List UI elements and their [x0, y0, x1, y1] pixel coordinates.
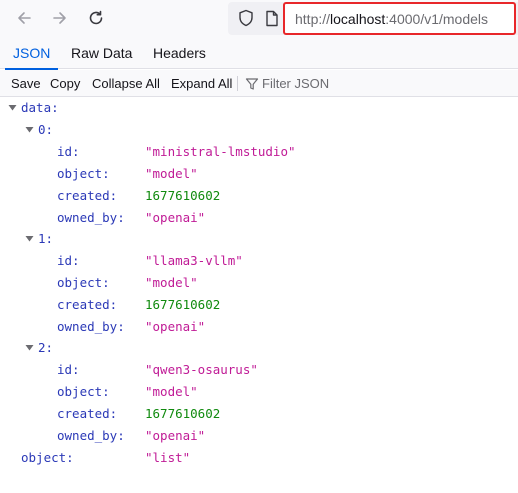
url-input[interactable]: http://localhost:4000/v1/models: [283, 2, 516, 35]
json-number-value: 1677610602: [145, 188, 221, 203]
copy-button[interactable]: Copy: [50, 70, 80, 97]
tree-row-field[interactable]: id:: [57, 251, 80, 271]
json-key: id:: [57, 253, 80, 268]
tree-row-data[interactable]: data:: [8, 98, 59, 118]
collapse-all-button[interactable]: Collapse All: [92, 70, 160, 97]
json-key: object:: [21, 450, 74, 465]
tree-row-field[interactable]: created:: [57, 186, 117, 206]
tree-row-field[interactable]: id:: [57, 142, 80, 162]
shield-icon: [239, 9, 253, 27]
url-host: localhost: [330, 11, 386, 27]
json-key: owned_by:: [57, 428, 125, 443]
tree-row-field[interactable]: object:: [57, 273, 110, 293]
tree-row-field[interactable]: owned_by:: [57, 208, 125, 228]
json-string-value: "llama3-vllm": [145, 253, 243, 268]
json-string-value: "model": [145, 275, 198, 290]
url-text: http://localhost:4000/v1/models: [295, 11, 488, 27]
reload-icon: [89, 10, 103, 25]
back-button[interactable]: [9, 4, 39, 32]
json-key: data:: [21, 100, 59, 115]
json-number-value: 1677610602: [145, 406, 221, 421]
tree-row-item[interactable]: 1:: [25, 229, 53, 249]
tree-row-field[interactable]: id:: [57, 360, 80, 380]
json-value[interactable]: "qwen3-osaurus": [145, 360, 258, 380]
json-key: id:: [57, 144, 80, 159]
url-prefix: http://: [295, 11, 331, 27]
tab-json[interactable]: JSON: [4, 37, 59, 70]
tree-row-field[interactable]: object:: [57, 382, 110, 402]
twisty-down-icon: [25, 345, 34, 351]
json-key: owned_by:: [57, 210, 125, 225]
json-value[interactable]: 1677610602: [145, 295, 220, 315]
back-arrow-icon: [18, 12, 31, 24]
json-string-value: "model": [145, 384, 198, 399]
json-value[interactable]: 1677610602: [145, 186, 220, 206]
json-string-value: "openai": [145, 210, 206, 225]
page-icon: [266, 10, 278, 26]
forward-arrow-icon: [53, 12, 66, 24]
json-string-value: "openai": [145, 428, 206, 443]
twisty-down-icon: [25, 236, 34, 242]
json-key: object:: [57, 166, 110, 181]
json-value[interactable]: 1677610602: [145, 404, 220, 424]
tab-headers[interactable]: Headers: [153, 37, 206, 69]
json-value[interactable]: "openai": [145, 208, 205, 228]
filter-json-input[interactable]: Filter JSON: [262, 70, 329, 97]
json-key: owned_by:: [57, 319, 125, 334]
json-key: 1:: [38, 231, 54, 246]
json-key: 2:: [38, 340, 54, 355]
toolbar-divider: [237, 76, 238, 91]
json-value[interactable]: "ministral-lmstudio": [145, 142, 296, 162]
twisty-down-icon: [8, 105, 17, 111]
json-string-value: "ministral-lmstudio": [145, 144, 296, 159]
json-value[interactable]: "openai": [145, 317, 205, 337]
json-value[interactable]: "list": [145, 448, 190, 468]
tab-raw-data[interactable]: Raw Data: [71, 37, 132, 69]
tree-row-field[interactable]: created:: [57, 295, 117, 315]
json-value[interactable]: "model": [145, 273, 198, 293]
filter-icon: [245, 78, 259, 90]
tracking-protection-button[interactable]: [236, 8, 256, 28]
tree-row-field[interactable]: owned_by:: [57, 426, 125, 446]
json-value[interactable]: "openai": [145, 426, 205, 446]
tree-row-field[interactable]: owned_by:: [57, 317, 125, 337]
expand-all-button[interactable]: Expand All: [171, 70, 232, 97]
json-string-value: "qwen3-osaurus": [145, 362, 258, 377]
json-key: object:: [57, 384, 110, 399]
json-number-value: 1677610602: [145, 297, 221, 312]
json-value[interactable]: "model": [145, 164, 198, 184]
json-key: id:: [57, 362, 80, 377]
tree-row-item[interactable]: 2:: [25, 338, 53, 358]
json-string-value: "list": [145, 450, 191, 465]
json-key: created:: [57, 297, 118, 312]
viewer-tabs: JSON Raw Data Headers: [0, 37, 518, 70]
json-value[interactable]: "model": [145, 382, 198, 402]
tree-row-field[interactable]: object:: [21, 448, 74, 468]
tree-row-item[interactable]: 0:: [25, 120, 53, 140]
json-string-value: "model": [145, 166, 198, 181]
site-info-button[interactable]: [262, 8, 282, 28]
json-key: created:: [57, 406, 118, 421]
json-key: 0:: [38, 122, 54, 137]
save-button[interactable]: Save: [11, 70, 41, 97]
json-string-value: "openai": [145, 319, 206, 334]
json-toolbar: Save Copy Collapse All Expand All Filter…: [0, 70, 518, 97]
browser-toolbar: http://localhost:4000/v1/models: [0, 0, 518, 37]
url-rest: :4000/v1/models: [385, 11, 489, 27]
reload-button[interactable]: [81, 4, 111, 32]
tree-row-field[interactable]: object:: [57, 164, 110, 184]
forward-button[interactable]: [45, 4, 75, 32]
json-key: created:: [57, 188, 118, 203]
json-key: object:: [57, 275, 110, 290]
twisty-down-icon: [25, 127, 34, 133]
json-value[interactable]: "llama3-vllm": [145, 251, 243, 271]
tree-row-field[interactable]: created:: [57, 404, 117, 424]
